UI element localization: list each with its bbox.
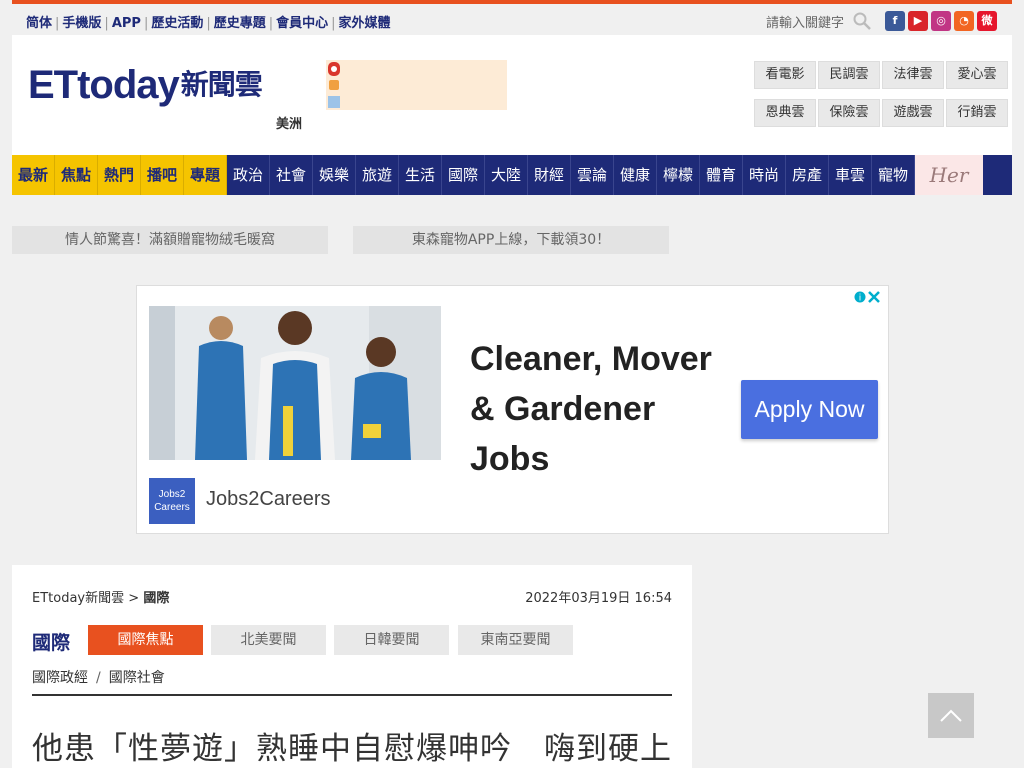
separator: | <box>206 16 211 31</box>
link-simplified[interactable]: 简体 <box>26 16 52 31</box>
ad-mascot-icon <box>328 62 340 108</box>
promo-link[interactable]: 情人節驚喜！滿額贈寵物絨毛暖窩 <box>12 226 328 254</box>
nav-item-podcast[interactable]: 播吧 <box>141 155 184 195</box>
tab-japan-korea[interactable]: 日韓要聞 <box>334 625 449 655</box>
cloud-button[interactable]: 行銷雲 <box>946 99 1008 127</box>
nav-item-international[interactable]: 國際 <box>442 155 485 195</box>
nav-item-sports[interactable]: 體育 <box>700 155 743 195</box>
link-member-center[interactable]: 會員中心 <box>276 16 328 31</box>
cloud-button[interactable]: 恩典雲 <box>754 99 816 127</box>
nav-item-entertainment[interactable]: 娛樂 <box>313 155 356 195</box>
nav-item-finance[interactable]: 財經 <box>528 155 571 195</box>
breadcrumb-separator: > <box>128 591 140 606</box>
link-past-topics[interactable]: 歷史專題 <box>214 16 266 31</box>
banner-ad[interactable] <box>326 60 507 110</box>
ad-photo[interactable] <box>149 306 441 460</box>
separator: | <box>268 16 274 31</box>
weibo-icon[interactable]: 微 <box>977 11 997 31</box>
apply-now-button[interactable]: Apply Now <box>741 380 878 439</box>
region-label: 美洲 <box>276 117 303 132</box>
nav-item-cars[interactable]: 車雲 <box>829 155 872 195</box>
cloud-button[interactable]: 保險雲 <box>818 99 880 127</box>
cloud-button[interactable]: 民調雲 <box>818 61 880 89</box>
tab-international-focus[interactable]: 國際焦點 <box>88 625 203 655</box>
promo-link[interactable]: 東森寵物APP上線，下載領30！ <box>353 226 669 254</box>
cloud-button[interactable]: 法律雲 <box>882 61 944 89</box>
svg-text:i: i <box>859 294 862 304</box>
separator: / <box>96 670 101 686</box>
site-header: ETtoday新聞雲 美洲 看電影 民調雲 法律雲 愛心雲 恩典雲 保險雲 遊戲… <box>12 35 1012 155</box>
article-headline: 他患「性夢遊」熟睡中自慰爆呻吟 嗨到硬上 <box>32 731 672 767</box>
subcat-society[interactable]: 國際社會 <box>109 670 165 686</box>
instagram-icon[interactable]: ◎ <box>931 11 951 31</box>
nav-item-politics[interactable]: 政治 <box>227 155 270 195</box>
subcat-politics-economy[interactable]: 國際政經 <box>32 670 88 686</box>
divider <box>32 694 672 696</box>
nav-item-pets[interactable]: 寵物 <box>872 155 915 195</box>
nav-item-her[interactable]: Her <box>915 155 983 195</box>
nav-item-topics[interactable]: 專題 <box>184 155 227 195</box>
ad-brand-name[interactable]: Jobs2Careers <box>206 488 331 511</box>
chevron-up-icon <box>940 709 962 722</box>
breadcrumb-section[interactable]: 國際 <box>143 591 169 606</box>
breadcrumb: ETtoday新聞雲 > 國際 <box>32 587 169 606</box>
link-past-events[interactable]: 歷史活動 <box>151 16 203 31</box>
display-ad[interactable]: i Cleaner, Mover & Gardener Jobs Apply N… <box>136 285 889 534</box>
facebook-icon[interactable]: f <box>885 11 905 31</box>
nav-item-lemon[interactable]: 檸檬 <box>657 155 700 195</box>
nav-item-realestate[interactable]: 房產 <box>786 155 829 195</box>
link-outdoor-media[interactable]: 家外媒體 <box>339 16 391 31</box>
nav-item-opinion[interactable]: 雲論 <box>571 155 614 195</box>
rss-icon[interactable]: ◔ <box>954 11 974 31</box>
site-logo[interactable]: ETtoday新聞雲 <box>28 63 263 108</box>
subcategory-links: 國際政經 / 國際社會 <box>32 667 165 687</box>
publish-date: 2022年03月19日 16:54 <box>525 591 672 606</box>
logo-wordmark: ETtoday <box>28 63 180 107</box>
search-icon[interactable] <box>853 12 871 30</box>
category-title[interactable]: 國際 <box>32 628 70 655</box>
back-to-top-button[interactable] <box>928 693 974 738</box>
cloud-button[interactable]: 遊戲雲 <box>882 99 944 127</box>
search-input[interactable]: 請輸入關鍵字 <box>766 12 844 31</box>
breadcrumb-home[interactable]: ETtoday新聞雲 <box>32 591 124 606</box>
nav-item-fashion[interactable]: 時尚 <box>743 155 786 195</box>
youtube-icon[interactable]: ▶ <box>908 11 928 31</box>
utility-links: 简体 | 手機版 | APP | 歷史活動 | 歷史專題 | 會員中心 | 家外媒體 <box>26 12 391 31</box>
ad-headline[interactable]: Cleaner, Mover & Gardener Jobs <box>470 334 730 484</box>
link-mobile[interactable]: 手機版 <box>62 16 101 31</box>
link-app[interactable]: APP <box>112 16 141 31</box>
ad-brand-logo[interactable]: Jobs2 Careers <box>149 478 195 524</box>
tab-north-america[interactable]: 北美要聞 <box>211 625 326 655</box>
separator: | <box>331 16 336 31</box>
nav-item-society[interactable]: 社會 <box>270 155 313 195</box>
nav-item-latest[interactable]: 最新 <box>12 155 55 195</box>
separator: | <box>143 16 149 31</box>
separator: | <box>55 16 60 31</box>
nav-item-china[interactable]: 大陸 <box>485 155 528 195</box>
ad-choices-icon[interactable]: i <box>854 290 882 307</box>
separator: | <box>104 16 109 31</box>
nav-item-health[interactable]: 健康 <box>614 155 657 195</box>
main-nav: 最新 焦點 熱門 播吧 專題 政治 社會 娛樂 旅遊 生活 國際 大陸 財經 雲… <box>12 155 1012 195</box>
tab-southeast-asia[interactable]: 東南亞要聞 <box>458 625 573 655</box>
cloud-button[interactable]: 看電影 <box>754 61 816 89</box>
nav-item-focus[interactable]: 焦點 <box>55 155 98 195</box>
nav-item-travel[interactable]: 旅遊 <box>356 155 399 195</box>
nav-item-life[interactable]: 生活 <box>399 155 442 195</box>
utility-bar: 简体 | 手機版 | APP | 歷史活動 | 歷史專題 | 會員中心 | 家外媒體 請輸入關鍵字 f … <box>12 4 1012 35</box>
nav-item-popular[interactable]: 熱門 <box>98 155 141 195</box>
logo-chinese: 新聞雲 <box>180 69 263 100</box>
cloud-button[interactable]: 愛心雲 <box>946 61 1008 89</box>
article-panel: ETtoday新聞雲 > 國際 2022年03月19日 16:54 國際 國際焦… <box>12 565 692 768</box>
